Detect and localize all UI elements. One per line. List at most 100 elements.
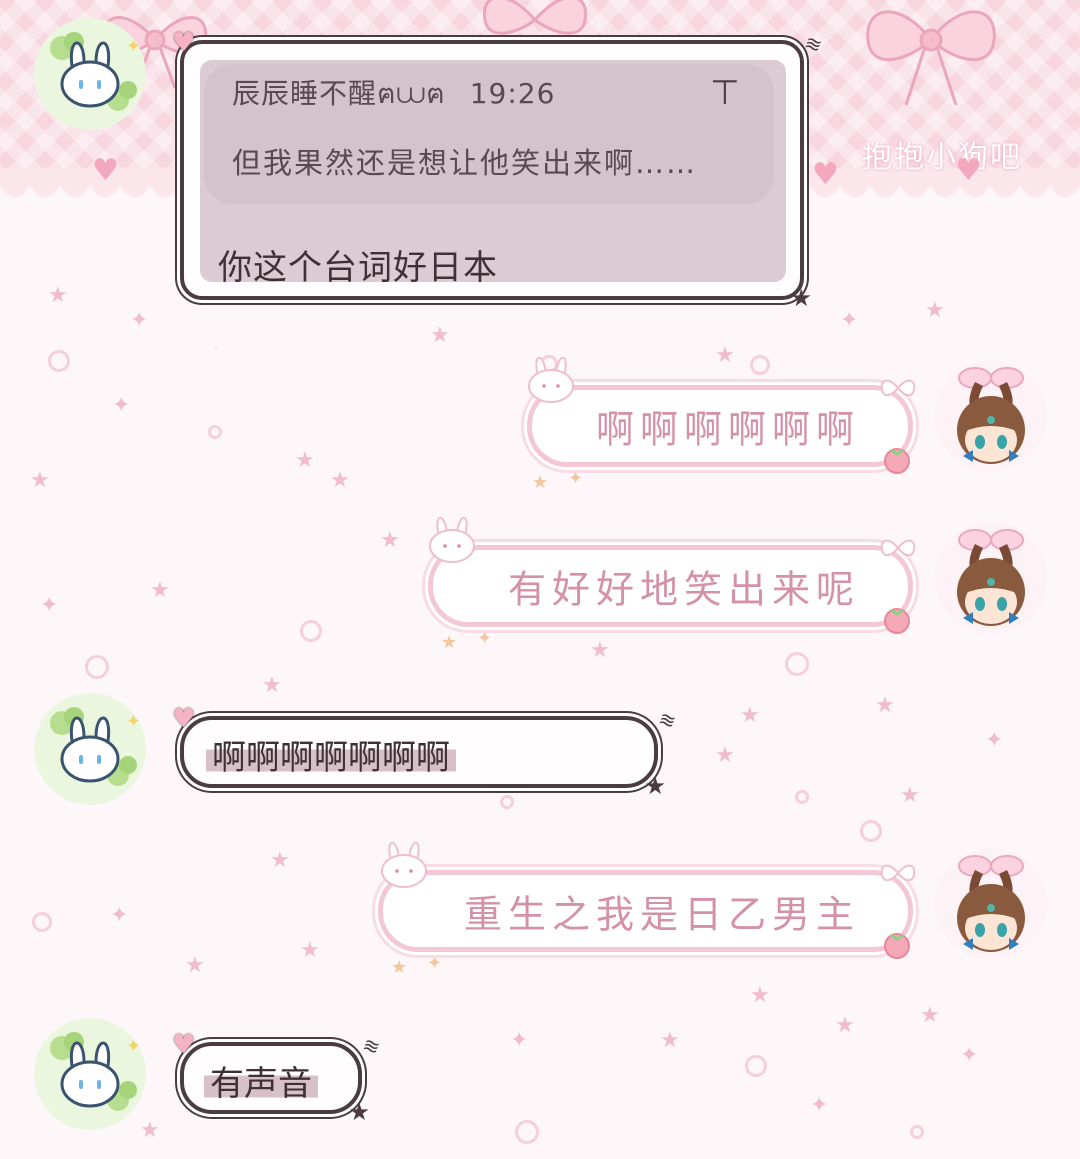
bow-icon [880, 379, 916, 396]
quoted-sender-name: 辰辰睡不醒ฅ⩊ฅ [232, 77, 446, 110]
star-icon: ★ [715, 743, 735, 768]
star-icon: ★ [715, 343, 735, 368]
pin-top-icon[interactable]: ⊤ [710, 76, 740, 110]
star-icon: ★ [660, 1028, 680, 1053]
quoted-text: 但我果然还是想让他笑出来啊…… [232, 146, 698, 180]
message-text: 重生之我是日乙男主 [463, 892, 860, 937]
bunny-ear-girl-avatar[interactable] [935, 360, 1047, 472]
heart-icon: ♥ [172, 28, 196, 58]
star-icon: ★ [30, 468, 50, 493]
banner-watermark: 抱抱小狗吧 [862, 140, 1022, 175]
star-icon: ✦ [810, 1093, 829, 1118]
star-icon: ★ [270, 848, 290, 873]
bubble-decoration [300, 620, 322, 642]
bubble-decoration [208, 425, 222, 439]
reply-text: 你这个台词好日本 [218, 248, 498, 288]
star-icon: ★ [295, 448, 315, 473]
bubble-decoration [32, 912, 52, 932]
star-icon: ★ [185, 953, 205, 978]
star-icon: ★ [48, 283, 68, 308]
svg-text:✦: ✦ [126, 711, 141, 732]
heart-icon: ♥ [955, 153, 982, 188]
message-text: 有好好地笑出来呢 [507, 567, 860, 612]
star-icon: ★ [330, 468, 350, 493]
bunny-icon [381, 841, 427, 888]
strawberry-icon [884, 933, 910, 959]
wave-icon: ≋ [801, 29, 826, 59]
bunny-ear-girl-avatar[interactable] [935, 522, 1047, 634]
bubble-decoration [515, 1120, 539, 1144]
star-icon: ★ [441, 632, 458, 653]
message-text: 啊啊啊啊啊啊 [595, 407, 860, 452]
star-icon: ★ [900, 783, 920, 808]
star-icon: ★ [644, 772, 666, 800]
bow-icon [880, 864, 916, 881]
incoming-message-bubble[interactable]: ♥ ≋ ★ 啊啊啊啊啊啊啊 [172, 704, 680, 800]
star-icon: ✦ [960, 1043, 979, 1068]
reply-message-bubble[interactable]: ♥ ≋ ★ 辰辰睡不醒ฅ⩊ฅ 19:26 ⊤ 但我果然还是想让他笑出来啊…… 你… [172, 28, 826, 312]
bunny-clover-avatar[interactable]: ✦ [34, 693, 146, 805]
star-icon: ✦ [40, 593, 59, 618]
star-icon: ★ [790, 284, 812, 312]
bunny-clover-avatar[interactable]: ✦ [34, 18, 146, 130]
incoming-message-bubble[interactable]: ♥ ≋ ★ 有声音 [172, 1030, 384, 1126]
message-text: 啊啊啊啊啊啊啊 [206, 730, 456, 779]
bunny-ear-girl-avatar[interactable] [935, 848, 1047, 960]
star-icon: ★ [348, 1098, 370, 1126]
star-icon: ★ [590, 638, 610, 663]
bubble-decoration [750, 355, 770, 375]
bow-decoration [866, 10, 996, 106]
bubble-decoration [910, 1125, 924, 1139]
star-icon: ★ [300, 938, 320, 963]
wave-icon: ≋ [655, 705, 680, 735]
star-icon: ★ [920, 1003, 940, 1028]
bunny-icon [429, 516, 475, 563]
bow-icon [880, 539, 916, 556]
star-icon: ✦ [427, 953, 443, 974]
bubble-decoration [48, 350, 70, 372]
star-icon: ★ [925, 298, 945, 323]
star-icon: ✦ [112, 393, 131, 418]
svg-text:✦: ✦ [126, 1036, 141, 1057]
strawberry-icon [884, 448, 910, 474]
bubble-decoration [860, 820, 882, 842]
heart-icon: ♥ [172, 704, 196, 734]
star-icon: ✦ [110, 903, 129, 928]
heart-icon: ♥ [172, 1030, 196, 1060]
star-icon: ★ [150, 578, 170, 603]
bubble-decoration [500, 795, 514, 809]
outgoing-message-bubble[interactable]: ★ ✦ 有好好地笑出来呢 [428, 516, 916, 652]
quoted-message[interactable]: 辰辰睡不醒ฅ⩊ฅ 19:26 ⊤ 但我果然还是想让他笑出来啊…… [204, 64, 774, 204]
svg-text:✦: ✦ [126, 36, 141, 57]
star-icon: ✦ [130, 308, 149, 333]
heart-icon: ♥ [812, 157, 839, 192]
wave-icon: ≋ [359, 1031, 384, 1061]
star-icon: ★ [380, 528, 400, 553]
quoted-sender: 辰辰睡不醒ฅ⩊ฅ 19:26 [232, 72, 555, 116]
star-icon: ✦ [985, 728, 1004, 753]
star-icon: ✦ [840, 308, 859, 333]
strawberry-icon [884, 608, 910, 634]
bubble-decoration [795, 790, 809, 804]
star-icon: ★ [532, 472, 549, 493]
star-icon: ★ [750, 983, 770, 1008]
star-icon: ★ [430, 323, 450, 348]
star-icon: ✦ [568, 468, 584, 489]
outgoing-message-bubble[interactable]: ★ ✦ 重生之我是日乙男主 [378, 841, 916, 977]
bubble-decoration [785, 652, 809, 676]
bubble-decoration [745, 1055, 767, 1077]
heart-icon: ♥ [92, 153, 119, 188]
outgoing-message-bubble[interactable]: ★ ✦ 啊啊啊啊啊啊 [527, 356, 916, 492]
quoted-time: 19:26 [469, 77, 556, 110]
message-text: 有声音 [204, 1056, 318, 1105]
star-icon: ★ [262, 673, 282, 698]
star-icon: ✦ [477, 628, 493, 649]
star-icon: ★ [835, 1013, 855, 1038]
bunny-icon [528, 356, 574, 403]
star-icon: ★ [875, 693, 895, 718]
star-icon: ★ [140, 1118, 160, 1143]
bunny-clover-avatar[interactable]: ✦ [34, 1018, 146, 1130]
star-icon: ✦ [510, 1028, 529, 1053]
star-icon: ★ [740, 703, 760, 728]
bubble-decoration [85, 655, 109, 679]
